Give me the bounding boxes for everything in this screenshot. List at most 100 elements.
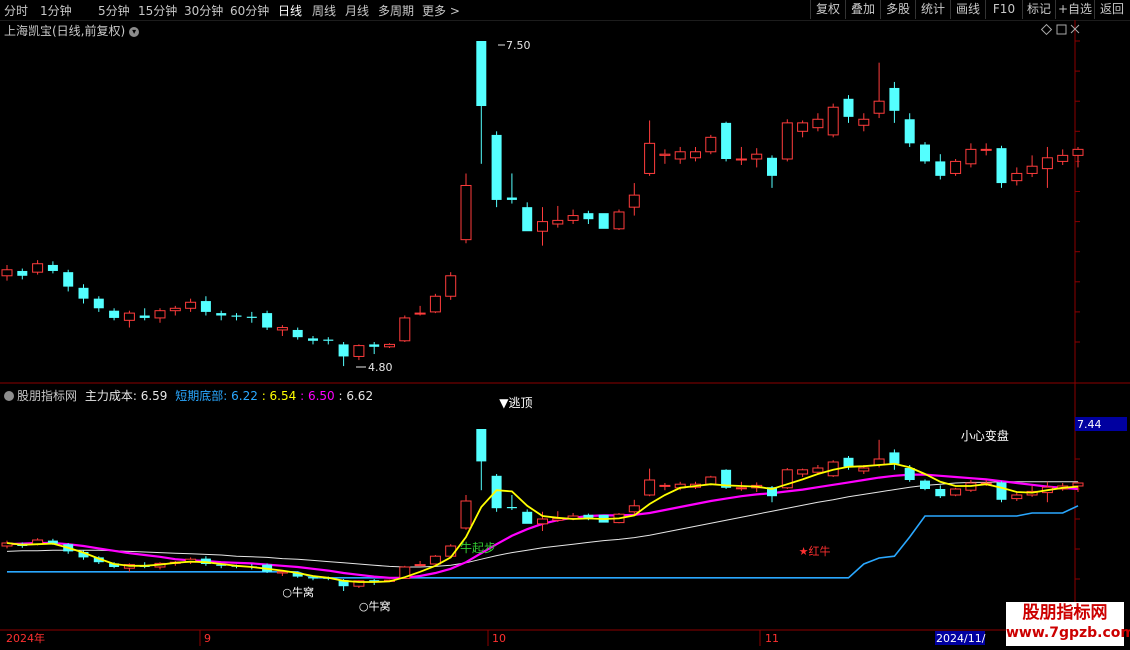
date-label: 10 [492, 632, 506, 645]
add-favorite-button[interactable]: +自选 [1055, 0, 1094, 19]
indicator-candle-body [246, 566, 257, 568]
main-candle-body [980, 148, 992, 151]
indicator-candle-body [552, 517, 564, 521]
tab-more[interactable]: 更多 > [422, 2, 460, 19]
date-axis: 2024年 9 10 11 2024/11/ [6, 631, 986, 645]
indicator-axis-ticks: 7.00 6.50 6.00 5.50 5.00 [1097, 453, 1122, 586]
main-tick: 6.75 [1094, 126, 1119, 139]
gear-icon[interactable] [4, 391, 14, 401]
indicator-candle-body [369, 580, 380, 582]
indicator-candle-body [705, 476, 717, 485]
indicator-candle-body [843, 457, 854, 467]
main-candle-body [200, 301, 211, 312]
tab-monthly[interactable]: 月线 [345, 2, 369, 19]
main-candle-body [338, 344, 349, 357]
date-label: 2024年 [6, 631, 45, 645]
main-candle-body [735, 158, 747, 161]
indicator-candle-body [644, 479, 656, 496]
indicator-candle-body [63, 544, 74, 552]
indicator-candle-body [216, 564, 227, 566]
main-candle-body [827, 106, 839, 136]
main-candle-body [231, 315, 242, 317]
close-icon-stroke [1070, 24, 1080, 34]
main-axis-ticks: 7.50 7.25 7.00 6.75 6.50 6.00 6.25 5.75 … [1094, 35, 1119, 350]
indicator-candle-body [169, 561, 181, 564]
indicator-candle-body [598, 514, 609, 523]
tab-weekly[interactable]: 周线 [312, 2, 336, 19]
indicator-candle-body [47, 540, 58, 544]
main-tick: 6.25 [1094, 185, 1119, 198]
indicator-candle-body [950, 488, 962, 496]
indicator-candle-body [812, 467, 824, 473]
multi-stock-button[interactable]: 多股 [880, 0, 915, 19]
main-candle-body [78, 287, 89, 299]
indicator-candle-body [78, 552, 89, 558]
indicator-title: 股朋指标网 主力成本: 6.59 短期底部: 6.22 : 6.54 : 6.5… [4, 387, 373, 404]
magenta-indicator-line [6, 473, 1079, 579]
low-price-label: 4.80 [368, 361, 393, 374]
main-candle-body [369, 344, 380, 347]
indicator-candle-body [429, 555, 441, 565]
stock-title: 上海凯宝(日线,前复权) [4, 24, 126, 38]
mark-button[interactable]: 标记 [1022, 0, 1055, 19]
indicator-candle-body [338, 580, 349, 587]
magenta-line-value: : 6.50 [300, 389, 335, 403]
tab-15min[interactable]: 15分钟 [138, 2, 177, 19]
red-bull-signal: ★红牛 [799, 544, 831, 558]
main-candle-body [276, 327, 288, 331]
indicator-tick: 5.50 [1097, 543, 1122, 556]
main-candle-body [139, 315, 150, 318]
statistics-button[interactable]: 统计 [915, 0, 950, 19]
main-candle-body [63, 272, 74, 287]
chevron-down-icon[interactable]: ▾ [129, 27, 140, 37]
indicator-candle-body [308, 577, 318, 579]
indicator-candle-body [384, 579, 395, 582]
close-icon[interactable] [1070, 24, 1080, 34]
main-candle-body [858, 118, 870, 126]
main-candle-body [674, 151, 686, 160]
indicator-candle-body [920, 480, 930, 489]
main-panel-title: 上海凯宝(日线,前复权) ▾ [4, 22, 140, 39]
main-candle-body [781, 122, 793, 160]
date-label: 11 [765, 632, 779, 645]
indicator-tick: 6.00 [1097, 513, 1122, 526]
indicator-candle-body [721, 469, 732, 488]
tab-daily[interactable]: 日线 [278, 2, 302, 19]
indicator-candle-body [491, 475, 502, 509]
indicator-candle-body [1026, 490, 1038, 496]
draw-line-button[interactable]: 画线 [950, 0, 985, 19]
indicator-candle-body [414, 564, 426, 567]
window-icon[interactable] [1056, 24, 1067, 35]
main-candle-body [996, 148, 1007, 184]
main-candle-body [169, 307, 181, 312]
indicator-candle-body [1041, 486, 1053, 494]
tab-intraday[interactable]: 分时 [4, 2, 28, 19]
indicator-candle-body [767, 487, 777, 497]
indicator-candle-body [460, 500, 472, 529]
main-candle-body [965, 148, 977, 165]
bottom-indicator-line [7, 505, 1079, 579]
f10-button[interactable]: F10 [985, 0, 1022, 19]
tab-1min[interactable]: 1分钟 [40, 2, 72, 19]
restore-rights-button[interactable]: 复权 [810, 0, 845, 19]
main-candle-body [414, 312, 426, 315]
tab-5min[interactable]: 5分钟 [98, 2, 130, 19]
main-candle-body [323, 339, 334, 341]
diamond-icon[interactable] [1040, 23, 1053, 36]
indicator-candle-body [1011, 494, 1023, 500]
tab-30min[interactable]: 30分钟 [184, 2, 223, 19]
overlay-button[interactable]: 叠加 [845, 0, 880, 19]
main-candle-body [506, 197, 517, 200]
indicator-candle-body [476, 429, 487, 462]
main-candle-body [353, 345, 365, 357]
back-button[interactable]: 返回 [1094, 0, 1129, 19]
indicator-candle-body [690, 483, 701, 488]
yellow-indicator-line [6, 462, 1079, 583]
indicator-candle-body [123, 564, 135, 569]
tab-60min[interactable]: 60分钟 [230, 2, 269, 19]
tab-multi-period[interactable]: 多周期 [378, 2, 414, 19]
indicator-candle-body [567, 515, 579, 519]
indicator-candle-body [628, 505, 640, 513]
main-candle-body [399, 317, 411, 342]
main-candle-body [185, 301, 197, 309]
